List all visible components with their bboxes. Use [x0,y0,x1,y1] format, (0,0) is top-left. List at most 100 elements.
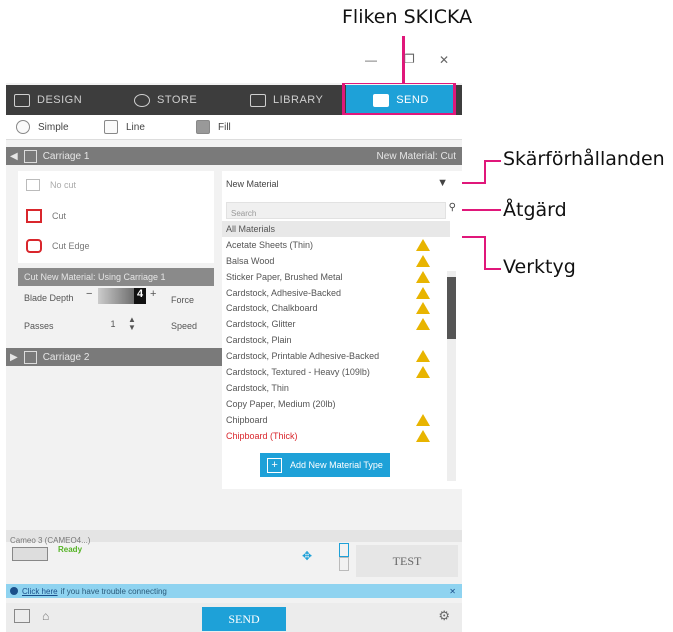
graduation-cap-icon[interactable]: ⌂ [42,609,49,623]
close-icon[interactable]: ✕ [449,587,456,596]
material-list-item[interactable]: Sticker Paper, Brushed Metal [222,269,450,285]
fill-icon [196,120,210,134]
material-list-item[interactable]: Copy Paper, Medium (20lb) [222,396,450,412]
material-list-item[interactable]: Chipboard (Thick) [222,428,450,444]
warning-icon [416,366,430,379]
move-arrows-icon[interactable]: ✥ [302,549,312,563]
add-material-button[interactable]: + Add New Material Type [260,453,390,477]
action-label: Cut Edge [52,241,90,251]
material-list-item[interactable]: All Materials [222,221,450,237]
material-label: Cardstock, Glitter [226,319,296,330]
warning-icon [416,413,430,426]
speed-label: Speed [171,321,198,331]
callout-send-tab: Fliken SKICKA [342,6,473,28]
tab-label: LIBRARY [273,94,324,106]
warning-icon [416,302,430,315]
scrollbar-thumb[interactable] [447,277,456,339]
warning-icon [416,270,430,283]
carriage-1-bar[interactable]: ◀ Carriage 1 New Material: Cut [6,147,462,165]
action-cut[interactable]: Cut [26,209,66,223]
blade-depth-plus[interactable]: + [150,288,156,300]
material-label: Cardstock, Textured - Heavy (109lb) [226,366,370,377]
warning-icon [416,429,430,442]
search-placeholder: Search [231,209,257,218]
carriage-select-1[interactable] [339,543,349,557]
mode-line[interactable]: Line [104,115,145,139]
carriage-number-icon [23,350,37,364]
notice-link[interactable]: Click here [22,587,58,596]
material-list-item[interactable]: Cardstock, Chalkboard [222,300,450,316]
material-list-item[interactable]: Balsa Wood [222,253,450,269]
tab-library[interactable]: LIBRARY [250,85,340,115]
mode-simple[interactable]: Simple [16,115,69,139]
close-button[interactable]: ✕ [439,53,449,67]
mode-label: Line [126,121,145,133]
device-status: Ready [58,545,83,554]
material-select[interactable]: New Material [226,179,279,189]
callout-line [484,160,501,162]
cut-edge-icon [26,239,42,253]
cutter-device-icon [12,547,48,561]
material-list-item[interactable]: Acetate Sheets (Thin) [222,237,450,253]
callout-action: Åtgärd [503,199,567,221]
warning-icon [416,350,430,363]
carriage-number-icon [23,149,37,163]
passes-value[interactable]: 1 [98,319,128,333]
test-button[interactable]: TEST [356,545,458,577]
action-cut-edge[interactable]: Cut Edge [26,239,90,253]
material-list-item[interactable]: Cardstock, Textured - Heavy (109lb) [222,364,450,380]
material-label: Cardstock, Thin [226,382,289,393]
no-cut-icon [26,179,40,191]
material-panel: New Material ▼ Search ⚲ All Materials Ace… [222,171,462,489]
mode-label: Simple [38,121,69,133]
carriage-2-bar[interactable]: ▶ Carriage 2 [6,348,222,366]
tab-store[interactable]: STORE [134,85,214,115]
actions-box: No cut Cut Cut Edge [18,171,214,263]
material-label: All Materials [226,223,276,234]
line-icon [104,120,118,134]
restore-button[interactable]: ❐ [404,52,415,66]
material-list-item[interactable]: Cardstock, Adhesive-Backed [222,285,450,301]
cut-settings-header: Cut New Material: Using Carriage 1 [18,268,214,286]
material-label: Cardstock, Printable Adhesive-Backed [226,351,380,362]
callout-line [458,209,501,211]
shop-icon [134,93,150,107]
material-scrollbar[interactable] [447,271,456,481]
material-list-item[interactable]: Chipboard [222,412,450,428]
force-label: Force [171,295,195,305]
send-tab-highlight [342,83,456,116]
material-list-item[interactable]: Cardstock, Glitter [222,316,450,332]
warning-icon [416,318,430,331]
passes-label: Passes [24,321,54,331]
send-button[interactable]: SEND [202,607,286,631]
material-label: Chipboard [226,414,268,425]
gear-icon[interactable]: ⚙ [438,608,450,624]
app-window: DESIGN STORE LIBRARY SEND Simple Line Fi… [6,83,462,632]
mode-fill[interactable]: Fill [196,115,231,139]
cutter-setup-icon[interactable] [14,609,30,623]
dropdown-arrow-icon[interactable]: ▼ [437,177,448,189]
device-name: Cameo 3 (CAMEO4...) [10,536,91,545]
material-list-item[interactable]: Cardstock, Thin [222,380,450,396]
passes-stepper[interactable]: ▲ ▼ [128,316,136,332]
material-list-item[interactable]: Cardstock, Printable Adhesive-Backed [222,348,450,364]
material-label: Acetate Sheets (Thin) [226,239,314,250]
carriage-select-2[interactable] [339,557,349,571]
info-icon [10,587,18,595]
material-list-item[interactable]: Cardstock, Plain [222,332,450,348]
callout-line [484,236,486,270]
blade-depth-minus[interactable]: − [86,288,92,300]
blade-depth-value: 4 [134,288,146,304]
material-search-input[interactable]: Search [226,202,446,219]
tab-design[interactable]: DESIGN [14,85,94,115]
callout-line [458,182,486,184]
notice-text: if you have trouble connecting [60,586,167,596]
cut-icon [26,209,42,223]
material-label: Chipboard (Thick) [226,430,298,441]
add-material-label: Add New Material Type [290,460,383,470]
search-icon[interactable]: ⚲ [449,202,456,213]
action-no-cut[interactable]: No cut [26,179,76,191]
expand-icon: ▶ [10,351,18,363]
warning-icon [416,286,430,299]
minimize-button[interactable]: — [365,53,377,67]
